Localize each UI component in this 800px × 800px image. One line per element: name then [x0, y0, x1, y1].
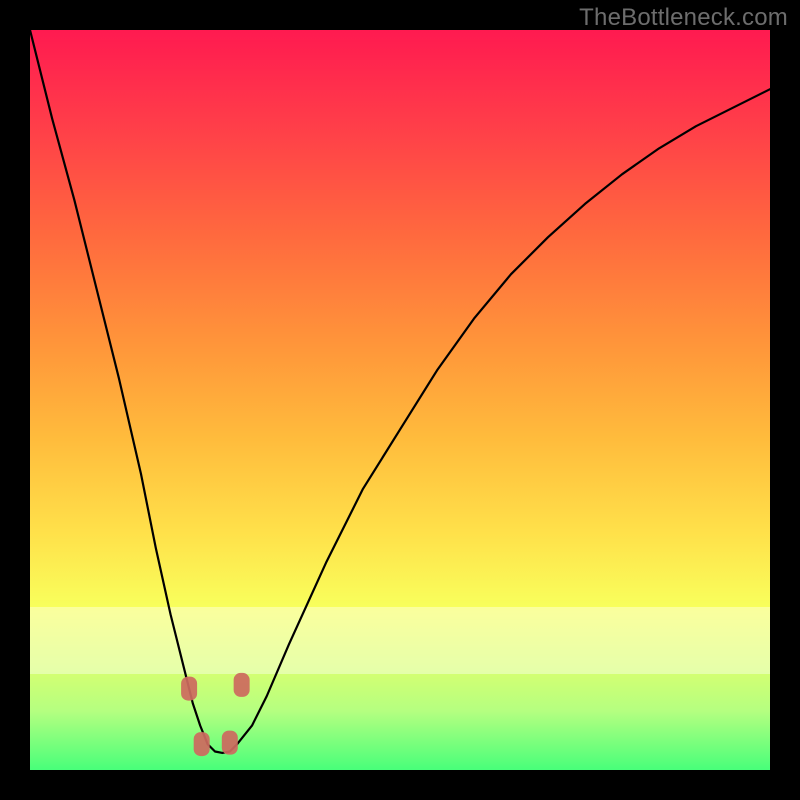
curve-marker-0: [181, 677, 197, 701]
curve-marker-1: [234, 673, 250, 697]
curve-marker-2: [194, 732, 210, 756]
bottleneck-curve: [30, 30, 770, 753]
watermark-text: TheBottleneck.com: [579, 4, 788, 32]
plot-area: [30, 30, 770, 770]
chart-frame: TheBottleneck.com: [0, 0, 800, 800]
marker-group: [181, 673, 250, 756]
curve-marker-3: [222, 731, 238, 755]
bottleneck-curve-svg: [30, 30, 770, 770]
